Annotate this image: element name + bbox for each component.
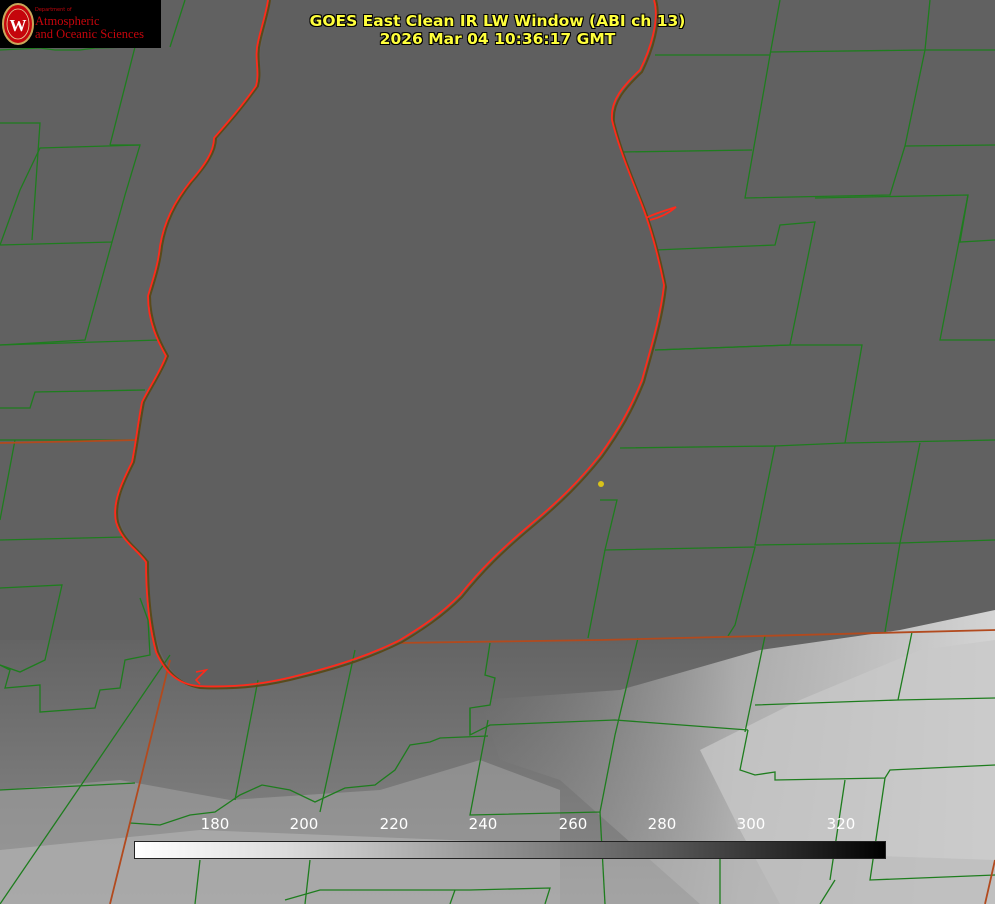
colorbar-tick-label: 180 xyxy=(200,815,230,833)
location-marker xyxy=(598,481,604,487)
colorbar-tick-label: 240 xyxy=(468,815,498,833)
ir-satellite-map xyxy=(0,0,995,904)
colorbar-tick-label: 220 xyxy=(379,815,409,833)
colorbar-tick-label: 300 xyxy=(736,815,766,833)
timestamp-title: 2026 Mar 04 10:36:17 GMT xyxy=(379,30,616,48)
temperature-colorbar xyxy=(134,841,886,859)
colorbar-tick-label: 320 xyxy=(826,815,856,833)
colorbar-tick-label: 280 xyxy=(647,815,677,833)
colorbar-tick-label: 200 xyxy=(289,815,319,833)
product-title: GOES East Clean IR LW Window (ABI ch 13) xyxy=(309,12,686,30)
colorbar-tick-label: 260 xyxy=(558,815,588,833)
